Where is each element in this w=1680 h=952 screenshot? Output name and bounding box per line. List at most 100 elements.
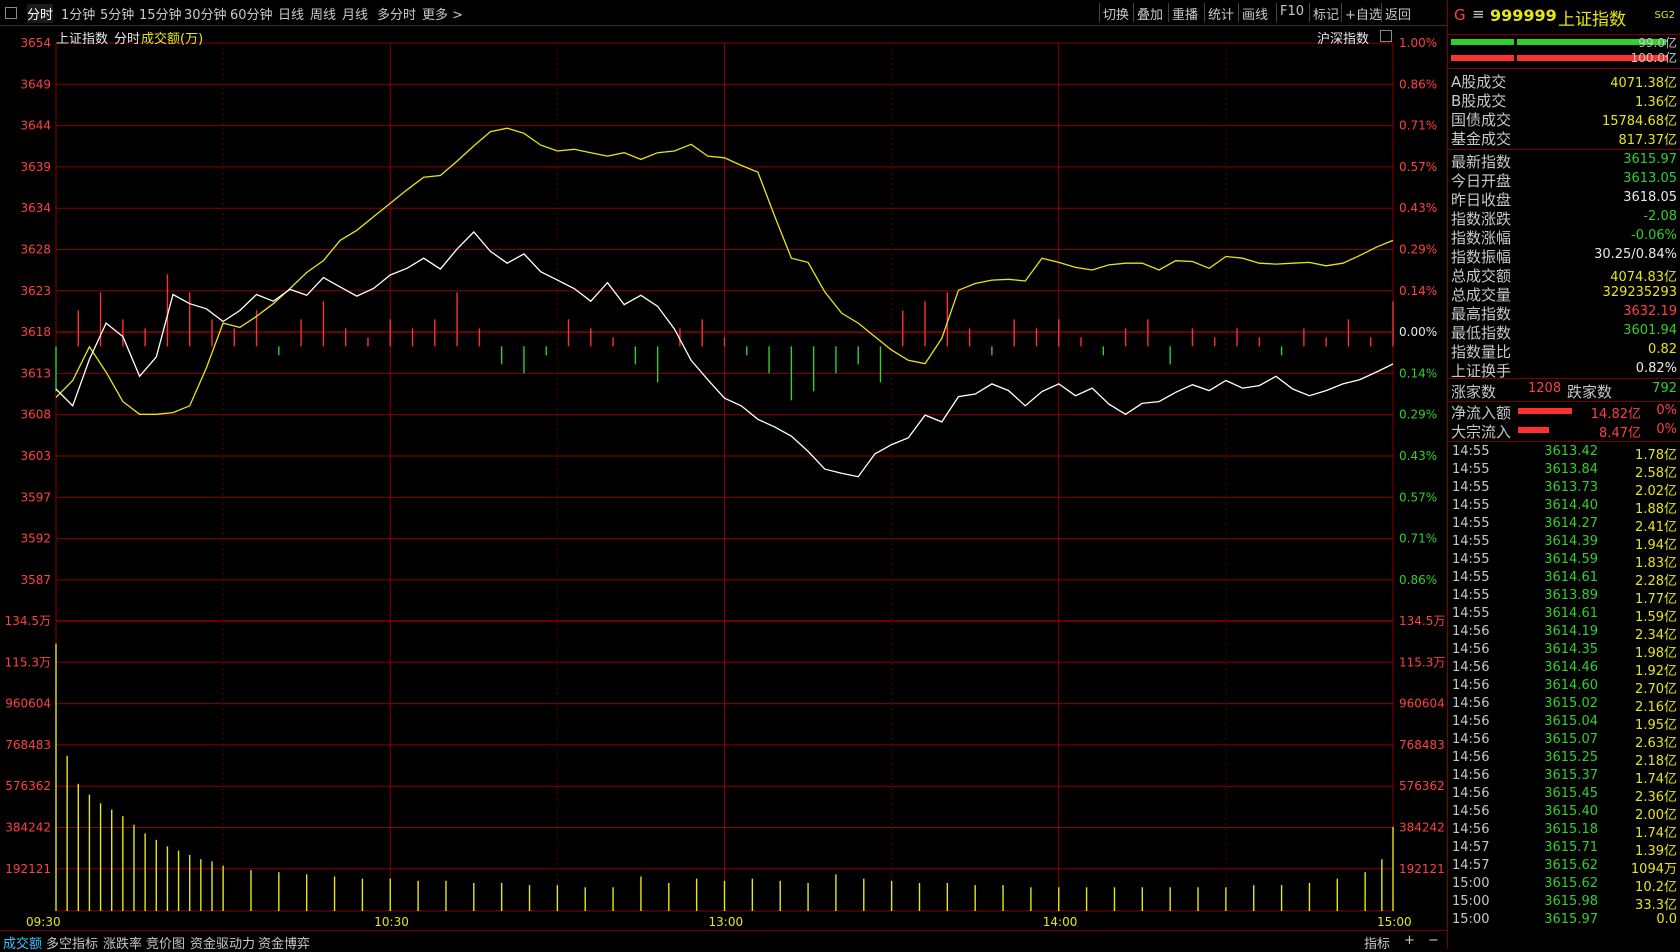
tick-time: 14:56 xyxy=(1452,804,1490,819)
price-tick-label: 3628 xyxy=(20,243,51,257)
flow-value: 14.82亿 xyxy=(1590,407,1641,422)
stat-value: -0.06% xyxy=(1631,228,1677,243)
price-tick-label: 3613 xyxy=(20,366,51,380)
stat-row: A股成交 4071.38亿 xyxy=(1448,71,1680,91)
tick-volume: 1.74亿 xyxy=(1635,772,1677,787)
pct-tick-label: 0.86% xyxy=(1399,77,1437,91)
indicator-tab[interactable]: 资金博弈 xyxy=(258,933,310,952)
flow-label: 大宗流入 xyxy=(1451,423,1512,441)
period-tab[interactable]: 30分钟 xyxy=(184,4,227,23)
toolbar-button[interactable]: 统计 xyxy=(1208,4,1234,23)
volume-tick-label-right: 576362 xyxy=(1399,779,1445,793)
tick-time: 15:00 xyxy=(1452,894,1490,909)
tick-price: 3615.18 xyxy=(1544,822,1598,837)
volume-tick-label: 134.5万 xyxy=(5,614,51,628)
stat-label: 昨日收盘 xyxy=(1451,191,1512,209)
toolbar-button[interactable]: +自选 xyxy=(1345,4,1382,23)
period-tab[interactable]: 5分钟 xyxy=(100,4,134,23)
stat-label: 基金成交 xyxy=(1451,130,1512,148)
tick-row: 14:56 3615.25 2.18亿 xyxy=(1448,750,1680,769)
volume-tick-label-right: 115.3万 xyxy=(1399,655,1445,669)
period-tab[interactable]: 15分钟 xyxy=(139,4,182,23)
toolbar-button[interactable]: 画线 xyxy=(1242,4,1268,23)
time-tick-label: 14:00 xyxy=(1043,915,1078,929)
indicator-control[interactable]: 指标 xyxy=(1364,933,1390,952)
tick-time: 14:55 xyxy=(1452,588,1490,603)
quote-sidebar: G ≡ 999999 上证指数 SG2 99.0亿 100.0亿 A股成交 407… xyxy=(1447,0,1680,949)
chart-overlay-label[interactable]: 沪深指数 xyxy=(1317,28,1369,47)
period-tab[interactable]: 周线 xyxy=(310,4,336,23)
tick-price: 3615.40 xyxy=(1544,804,1598,819)
volume-tick-label: 960604 xyxy=(5,697,51,711)
tick-row: 14:56 3615.37 1.74亿 xyxy=(1448,768,1680,787)
tick-price: 3615.71 xyxy=(1544,840,1598,855)
stat-value: 0.82 xyxy=(1648,342,1677,357)
tick-row: 14:57 3615.71 1.39亿 xyxy=(1448,840,1680,859)
toolbar-separator xyxy=(1168,3,1169,22)
tick-volume: 1.59亿 xyxy=(1635,610,1677,625)
stat-row: 最新指数 3615.97 xyxy=(1448,151,1680,171)
tick-row: 14:55 3614.40 1.88亿 xyxy=(1448,498,1680,517)
stat-label: 指数振幅 xyxy=(1451,248,1512,266)
period-tab[interactable]: 更多 > xyxy=(422,4,463,23)
sidebar-name: 上证指数 xyxy=(1558,10,1626,30)
period-tab[interactable]: 1分钟 xyxy=(61,4,95,23)
pct-tick-label: 0.29% xyxy=(1399,408,1437,422)
indicator-tab[interactable]: 资金驱动力 xyxy=(190,933,255,952)
tick-price: 3615.62 xyxy=(1544,858,1598,873)
indicator-tab[interactable]: 多空指标 xyxy=(46,933,98,952)
stat-value: 3615.97 xyxy=(1623,152,1677,167)
flow-row: 大宗流入 8.47亿 0% xyxy=(1448,421,1680,441)
indicator-control[interactable]: + xyxy=(1404,933,1415,948)
tick-row: 15:00 3615.98 33.3亿 xyxy=(1448,894,1680,913)
toolbar-button[interactable]: 重播 xyxy=(1172,4,1198,23)
indicator-control[interactable]: − xyxy=(1428,933,1439,948)
toolbar-button[interactable]: 叠加 xyxy=(1137,4,1163,23)
decline-label: 跌家数 xyxy=(1567,383,1613,401)
stat-row: 昨日收盘 3618.05 xyxy=(1448,189,1680,209)
tick-volume: 2.70亿 xyxy=(1635,682,1677,697)
period-tab[interactable]: 日线 xyxy=(278,4,304,23)
period-toolbar: 分时 1分钟 5分钟 15分钟 30分钟 60分钟 日线 周线 月线 多分时 更多 > 切换 叠加 重播… xyxy=(0,0,1447,26)
stat-row: 指数量比 0.82 xyxy=(1448,341,1680,361)
tick-price: 3615.98 xyxy=(1544,894,1598,909)
toolbar-button[interactable]: 切换 xyxy=(1103,4,1129,23)
tick-time: 14:56 xyxy=(1452,732,1490,747)
window-toggle-icon[interactable] xyxy=(5,7,17,19)
price-tick-label: 3603 xyxy=(20,449,51,463)
volume-tick-label: 192121 xyxy=(5,862,51,876)
indicator-tab[interactable]: 涨跌率 xyxy=(103,933,142,952)
volume-tick-label-right: 960604 xyxy=(1399,697,1445,711)
tick-volume: 1.77亿 xyxy=(1635,592,1677,607)
chart-panel-icon[interactable] xyxy=(1380,30,1392,42)
tick-price: 3614.39 xyxy=(1544,534,1598,549)
tick-row: 14:57 3615.62 1094万 xyxy=(1448,858,1680,877)
tick-price: 3614.19 xyxy=(1544,624,1598,639)
tick-time: 14:56 xyxy=(1452,642,1490,657)
tick-time: 14:56 xyxy=(1452,822,1490,837)
toolbar-button[interactable]: 返回 xyxy=(1385,4,1411,23)
tick-price: 3614.35 xyxy=(1544,642,1598,657)
pct-tick-label: 0.00% xyxy=(1399,325,1437,339)
price-tick-label: 3618 xyxy=(20,325,51,339)
flow-bar xyxy=(1518,427,1549,433)
toolbar-button[interactable]: F10 xyxy=(1280,4,1304,19)
tick-price: 3613.89 xyxy=(1544,588,1598,603)
period-tab[interactable]: 分时 xyxy=(27,4,54,23)
tick-time: 14:56 xyxy=(1452,786,1490,801)
tick-volume: 33.3亿 xyxy=(1635,898,1677,913)
tick-volume: 2.02亿 xyxy=(1635,484,1677,499)
sidebar-header: G ≡ 999999 上证指数 SG2 xyxy=(1448,0,1680,35)
sidebar-prefix: G xyxy=(1454,6,1466,24)
pct-tick-label: 0.43% xyxy=(1399,201,1437,215)
period-tab[interactable]: 月线 xyxy=(342,4,368,23)
period-tab[interactable]: 60分钟 xyxy=(230,4,273,23)
indicator-tab[interactable]: 成交额 xyxy=(3,933,42,952)
toolbar-button[interactable]: 标记 xyxy=(1313,4,1339,23)
menu-icon[interactable]: ≡ xyxy=(1472,5,1485,23)
pct-tick-label: 0.43% xyxy=(1399,449,1437,463)
period-tab[interactable]: 多分时 xyxy=(377,4,416,23)
indicator-tab[interactable]: 竞价图 xyxy=(146,933,185,952)
stat-label: 总成交额 xyxy=(1451,267,1512,285)
stat-row: 指数涨跌 -2.08 xyxy=(1448,208,1680,228)
